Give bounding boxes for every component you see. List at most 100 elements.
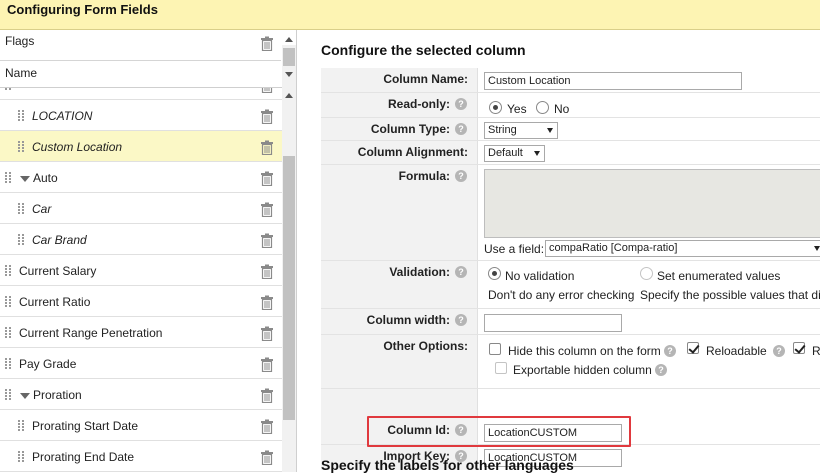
field-item-name-label: Name <box>5 66 38 80</box>
trash-icon[interactable] <box>260 88 274 93</box>
field-item-flags[interactable]: Flags <box>0 30 281 61</box>
drag-handle-icon[interactable] <box>5 88 13 91</box>
help-icon[interactable]: ? <box>455 314 467 326</box>
field-list-item[interactable]: Current Salary <box>0 255 282 286</box>
drag-handle-icon[interactable] <box>18 141 26 153</box>
drag-handle-icon[interactable] <box>5 327 13 339</box>
field-list-item-label: Car <box>32 202 52 216</box>
field-list-item[interactable]: Prorating Start Date <box>0 410 282 441</box>
field-list-item-label: Prorating Start Date <box>32 419 139 433</box>
drag-handle-icon[interactable] <box>5 172 13 184</box>
drag-handle-icon[interactable] <box>5 389 13 401</box>
drag-handle-icon[interactable] <box>5 358 13 370</box>
field-list-item[interactable]: LOCATION <box>0 100 282 131</box>
third-option-label: R <box>812 344 820 358</box>
expand-toggle-icon[interactable] <box>20 393 30 399</box>
title-bar: Configuring Form Fields <box>0 0 820 30</box>
trash-icon[interactable] <box>260 140 274 155</box>
field-list-item-label: Current Ratio <box>19 295 91 309</box>
column-alignment-select[interactable]: Default <box>484 145 545 162</box>
trash-icon[interactable] <box>260 388 274 403</box>
help-icon[interactable]: ? <box>455 123 467 135</box>
trash-icon[interactable] <box>260 109 274 124</box>
trash-icon[interactable] <box>260 171 274 186</box>
third-option-checkbox[interactable] <box>793 342 805 354</box>
chevron-down-icon <box>534 151 540 156</box>
trash-icon[interactable] <box>260 295 274 310</box>
field-list-item-label: Current Range Penetration <box>19 326 163 340</box>
expand-toggle-icon[interactable] <box>20 176 30 182</box>
hide-column-label: Hide this column on the form <box>508 344 661 358</box>
column-type-value: String <box>488 124 517 136</box>
exportable-hidden-checkbox[interactable] <box>495 362 507 374</box>
help-icon[interactable]: ? <box>664 345 676 357</box>
field-list-item[interactable]: Car Brand <box>0 224 282 255</box>
import-key-highlight <box>367 416 631 447</box>
field-item-name[interactable]: Name <box>0 61 281 88</box>
chevron-down-icon <box>814 246 820 251</box>
field-list: LOCATION Custom Location Auto Car Car Brand C… <box>0 88 282 472</box>
column-config-panel: Configure the selected column Column Nam… <box>298 30 820 473</box>
field-list-item-label: Car Brand <box>32 233 87 247</box>
field-list-item-partial[interactable] <box>0 88 282 100</box>
trash-icon[interactable] <box>260 233 274 248</box>
no-validation-radio[interactable] <box>488 267 501 280</box>
drag-handle-icon[interactable] <box>18 451 26 463</box>
column-type-select[interactable]: String <box>484 122 558 139</box>
reloadable-label: Reloadable <box>706 344 767 358</box>
column-type-label: Column Type: <box>370 122 450 136</box>
hide-column-checkbox[interactable] <box>489 343 501 355</box>
help-icon[interactable]: ? <box>773 345 785 357</box>
list-scroll-up-icon[interactable] <box>285 93 293 98</box>
read-only-no-radio[interactable] <box>536 101 549 114</box>
drag-handle-icon[interactable] <box>18 110 26 122</box>
formula-textarea[interactable] <box>484 169 820 238</box>
field-list-item-label: Custom Location <box>32 140 123 154</box>
trash-icon[interactable] <box>260 264 274 279</box>
field-list-item[interactable]: Auto <box>0 162 282 193</box>
trash-icon[interactable] <box>260 202 274 217</box>
field-list-item[interactable]: Current Ratio <box>0 286 282 317</box>
field-list-item-label: Proration <box>33 388 82 402</box>
use-field-select[interactable]: compaRatio [Compa-ratio] <box>545 240 820 257</box>
trash-icon[interactable] <box>260 36 274 51</box>
row-formula: Formula:? Use a field: compaRatio [Compa… <box>321 165 820 261</box>
scroll-up-icon[interactable] <box>285 37 293 42</box>
field-list-item[interactable]: Pay Grade <box>0 348 282 379</box>
trash-icon[interactable] <box>260 419 274 434</box>
enumerated-values-label: Set enumerated values <box>657 269 781 283</box>
trash-icon[interactable] <box>260 357 274 372</box>
field-item-flags-label: Flags <box>5 34 35 48</box>
trash-icon[interactable] <box>260 326 274 341</box>
field-list-item[interactable]: Current Range Penetration <box>0 317 282 348</box>
row-read-only: Read-only:? Yes No <box>321 93 820 118</box>
field-list-scroll-thumb[interactable] <box>283 156 295 420</box>
reloadable-checkbox[interactable] <box>687 342 699 354</box>
drag-handle-icon[interactable] <box>5 296 13 308</box>
field-list-item[interactable]: Proration <box>0 379 282 410</box>
read-only-yes-radio[interactable] <box>489 101 502 114</box>
field-list-item[interactable]: Custom Location <box>0 131 282 162</box>
help-icon[interactable]: ? <box>455 266 467 278</box>
help-icon[interactable]: ? <box>455 170 467 182</box>
field-list-item[interactable]: Car <box>0 193 282 224</box>
top-list-scrollbar[interactable] <box>282 45 296 88</box>
drag-handle-icon[interactable] <box>18 203 26 215</box>
row-column-type: Column Type:? String <box>321 118 820 141</box>
row-column-alignment: Column Alignment: Default <box>321 141 820 165</box>
chevron-down-icon <box>547 128 553 133</box>
drag-handle-icon[interactable] <box>5 265 13 277</box>
column-name-input[interactable]: Custom Location <box>484 72 742 90</box>
scroll-down-icon[interactable] <box>285 72 293 77</box>
enumerated-values-radio[interactable] <box>640 267 653 280</box>
field-list-scrollbar[interactable] <box>282 88 296 472</box>
drag-handle-icon[interactable] <box>18 420 26 432</box>
top-list-scroll-thumb[interactable] <box>283 48 295 66</box>
drag-handle-icon[interactable] <box>18 234 26 246</box>
help-icon[interactable]: ? <box>655 364 667 376</box>
row-validation: Validation:? No validation Set enumerate… <box>321 261 820 309</box>
column-width-input[interactable] <box>484 314 622 332</box>
help-icon[interactable]: ? <box>455 98 467 110</box>
trash-icon[interactable] <box>260 450 274 465</box>
field-list-item[interactable]: Prorating End Date <box>0 441 282 472</box>
